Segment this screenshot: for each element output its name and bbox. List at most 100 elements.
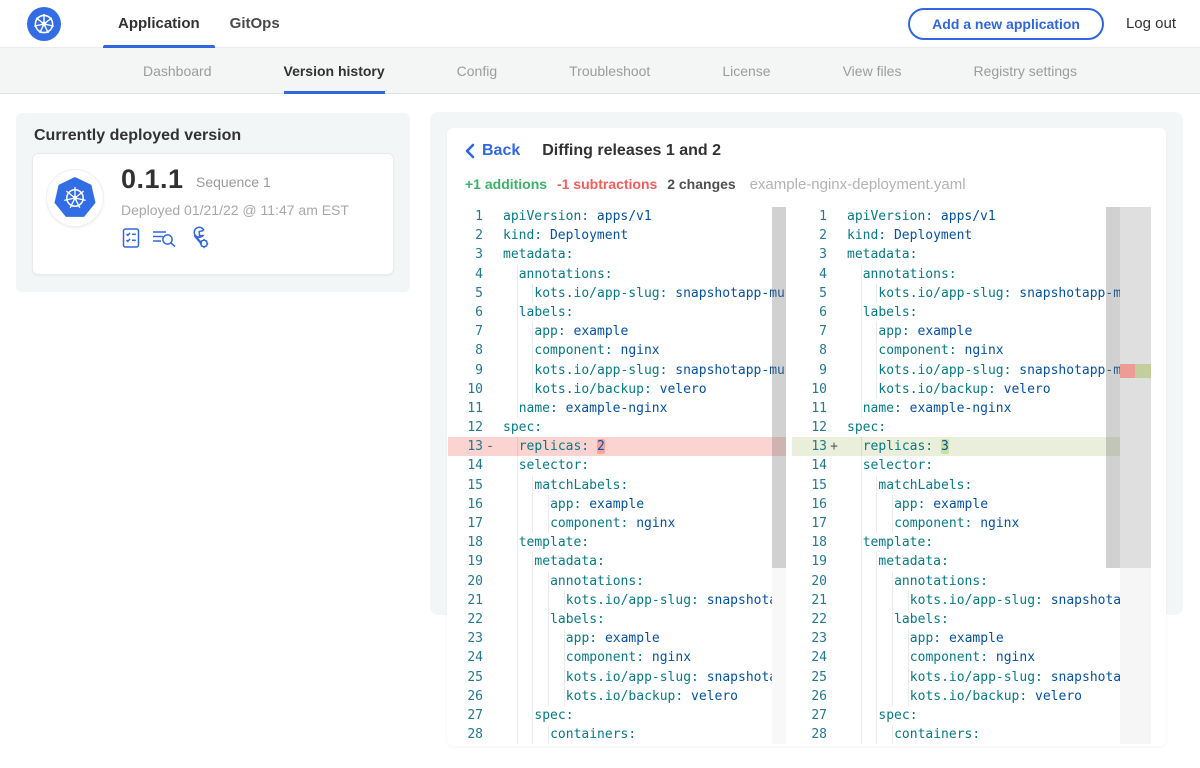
indent-guide: [861, 687, 862, 706]
indent-guide: [517, 687, 518, 706]
diff-pane-modified[interactable]: 1apiVersion: apps/v12kind: Deployment3me…: [792, 207, 1151, 744]
indent-guide: [532, 495, 533, 514]
indent-guide: [517, 284, 518, 303]
line-number-gutter: 23: [448, 629, 497, 648]
indent-guide: [876, 706, 877, 725]
subnav-tab-version-history[interactable]: Version history: [284, 48, 385, 94]
tab-application[interactable]: Application: [103, 0, 215, 48]
code-line-20: 20annotations:: [448, 572, 786, 591]
indent-guide: [876, 610, 877, 629]
indent-guide: [548, 648, 549, 667]
indent-guide: [517, 552, 518, 571]
deployed-version-inner-card: 0.1.1 Sequence 1 Deployed 01/21/22 @ 11:…: [32, 153, 394, 275]
code-line-4: 4annotations:: [792, 265, 1151, 284]
indent-guide: [861, 591, 862, 610]
top-bar: Application GitOps Add a new application…: [0, 0, 1200, 48]
code-line-12: 12spec:: [448, 418, 786, 437]
line-number-gutter: 3: [792, 245, 841, 264]
indent-guide: [517, 303, 518, 322]
tab-gitops[interactable]: GitOps: [215, 0, 295, 48]
indent-guide: [861, 495, 862, 514]
line-number-gutter: 13-: [448, 437, 497, 456]
wrench-gear-icon[interactable]: [187, 226, 211, 249]
indent-guide: [876, 284, 877, 303]
code-line-4: 4annotations:: [448, 265, 786, 284]
indent-guide: [517, 610, 518, 629]
line-number-gutter: 1: [448, 207, 497, 226]
chevron-left-icon: [465, 143, 475, 159]
checklist-icon[interactable]: [121, 227, 142, 249]
line-number-gutter: 18: [792, 533, 841, 552]
line-number-gutter: 5: [792, 284, 841, 303]
indent-guide: [532, 514, 533, 533]
indent-guide: [517, 591, 518, 610]
diff-view-icon[interactable]: [151, 227, 178, 249]
line-number-gutter: 28: [448, 725, 497, 744]
indent-guide: [532, 380, 533, 399]
code-line-13: 13-replicas: 2: [448, 437, 786, 456]
indent-guide: [532, 629, 533, 648]
indent-guide: [876, 322, 877, 341]
indent-guide: [892, 725, 893, 744]
logout-button[interactable]: Log out: [1126, 15, 1176, 32]
subnav-tab-license[interactable]: License: [722, 48, 770, 94]
scrollbar-thumb[interactable]: [772, 207, 786, 568]
diff-editor: 1apiVersion: apps/v12kind: Deployment3me…: [448, 207, 1165, 744]
code-line-3: 3metadata:: [792, 245, 1151, 264]
indent-guide: [908, 648, 909, 667]
diff-pane-original[interactable]: 1apiVersion: apps/v12kind: Deployment3me…: [448, 207, 786, 744]
line-number-gutter: 10: [792, 380, 841, 399]
overview-ruler-tail: [1120, 568, 1151, 744]
indent-guide: [892, 629, 893, 648]
indent-guide: [876, 361, 877, 380]
code-line-26: 26kots.io/backup: velero: [792, 687, 1151, 706]
indent-guide: [532, 648, 533, 667]
indent-guide: [876, 495, 877, 514]
line-number-gutter: 15: [448, 476, 497, 495]
line-number-gutter: 20: [448, 572, 497, 591]
subnav-tab-view-files[interactable]: View files: [843, 48, 902, 94]
code-line-26: 26kots.io/backup: velero: [448, 687, 786, 706]
code-line-23: 23app: example: [792, 629, 1151, 648]
indent-guide: [532, 552, 533, 571]
line-number-gutter: 3: [448, 245, 497, 264]
add-application-button[interactable]: Add a new application: [908, 8, 1104, 40]
code-line-17: 17component: nginx: [448, 514, 786, 533]
indent-guide: [532, 572, 533, 591]
tab-application-label: Application: [118, 15, 200, 32]
indent-guide: [517, 495, 518, 514]
indent-guide: [861, 399, 862, 418]
subnav-tab-troubleshoot[interactable]: Troubleshoot: [569, 48, 650, 94]
indent-guide: [517, 706, 518, 725]
subnav-tab-config[interactable]: Config: [457, 48, 497, 94]
subnav-tab-registry-settings[interactable]: Registry settings: [973, 48, 1076, 94]
ruler-deletion-marker: [1120, 364, 1135, 378]
indent-guide: [532, 476, 533, 495]
back-button[interactable]: Back: [465, 142, 520, 160]
code-line-9: 9kots.io/app-slug: snapshotapp-mu: [792, 361, 1151, 380]
indent-guide: [532, 284, 533, 303]
indent-guide: [861, 284, 862, 303]
code-line-18: 18template:: [792, 533, 1151, 552]
line-number-gutter: 5: [448, 284, 497, 303]
subnav-tab-dashboard[interactable]: Dashboard: [143, 48, 212, 94]
indent-guide: [532, 668, 533, 687]
line-number-gutter: 16: [792, 495, 841, 514]
line-number-gutter: 1: [792, 207, 841, 226]
scrollbar-thumb[interactable]: [1106, 207, 1120, 568]
indent-guide: [517, 514, 518, 533]
subtractions-count: -1 subtractions: [557, 176, 657, 192]
code-line-28: 28containers:: [448, 725, 786, 744]
indent-guide: [861, 668, 862, 687]
code-line-5: 5kots.io/app-slug: snapshotapp-mu: [792, 284, 1151, 303]
line-number-gutter: 14: [792, 456, 841, 475]
deployed-version-card: Currently deployed version 0.1.1 Sequenc…: [16, 113, 410, 292]
code-line-15: 15matchLabels:: [448, 476, 786, 495]
line-number-gutter: 17: [792, 514, 841, 533]
line-number-gutter: 28: [792, 725, 841, 744]
line-number-gutter: 24: [792, 648, 841, 667]
indent-guide: [876, 648, 877, 667]
indent-guide: [892, 668, 893, 687]
indent-guide: [861, 706, 862, 725]
code-line-24: 24component: nginx: [448, 648, 786, 667]
